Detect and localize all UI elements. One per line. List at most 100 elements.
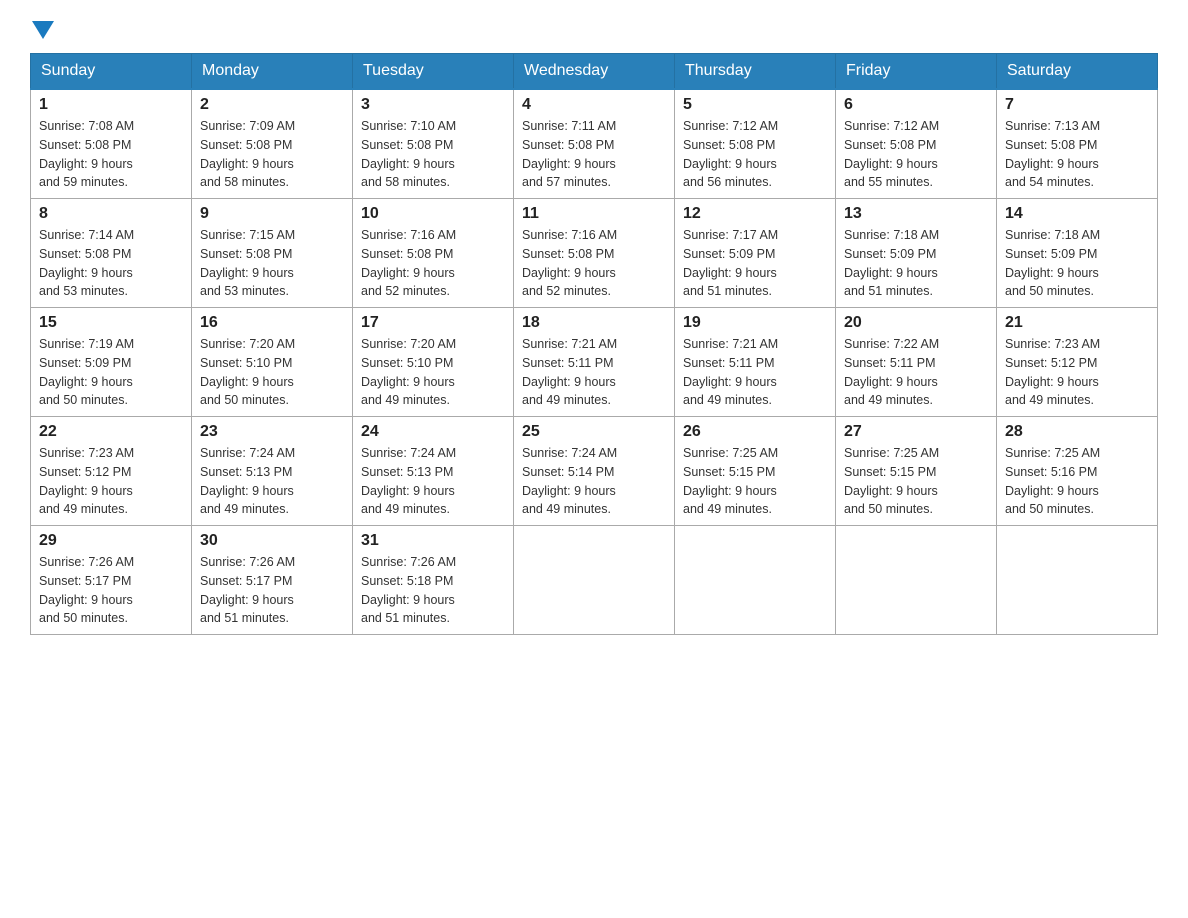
day-number: 28 xyxy=(1005,423,1149,441)
daylight-label: Daylight: 9 hours xyxy=(1005,375,1099,389)
logo xyxy=(30,20,54,43)
sunset-label: Sunset: 5:11 PM xyxy=(844,356,936,370)
sunset-label: Sunset: 5:09 PM xyxy=(1005,247,1097,261)
sunset-label: Sunset: 5:15 PM xyxy=(683,465,775,479)
day-number: 19 xyxy=(683,314,827,332)
day-number: 1 xyxy=(39,96,183,114)
sunrise-label: Sunrise: 7:26 AM xyxy=(361,555,456,569)
sunrise-label: Sunrise: 7:26 AM xyxy=(200,555,295,569)
day-info: Sunrise: 7:23 AM Sunset: 5:12 PM Dayligh… xyxy=(1005,335,1149,410)
day-number: 22 xyxy=(39,423,183,441)
day-number: 31 xyxy=(361,532,505,550)
sunrise-label: Sunrise: 7:12 AM xyxy=(683,119,778,133)
day-info: Sunrise: 7:18 AM Sunset: 5:09 PM Dayligh… xyxy=(844,226,988,301)
sunset-label: Sunset: 5:12 PM xyxy=(39,465,131,479)
daylight-label: Daylight: 9 hours xyxy=(1005,266,1099,280)
daylight-label: Daylight: 9 hours xyxy=(39,593,133,607)
sunset-label: Sunset: 5:08 PM xyxy=(361,138,453,152)
daylight-minutes: and 53 minutes. xyxy=(39,284,128,298)
sunset-label: Sunset: 5:08 PM xyxy=(1005,138,1097,152)
week-row-5: 29 Sunrise: 7:26 AM Sunset: 5:17 PM Dayl… xyxy=(31,526,1158,635)
daylight-minutes: and 49 minutes. xyxy=(522,393,611,407)
daylight-minutes: and 59 minutes. xyxy=(39,175,128,189)
day-number: 25 xyxy=(522,423,666,441)
calendar-cell: 31 Sunrise: 7:26 AM Sunset: 5:18 PM Dayl… xyxy=(353,526,514,635)
day-number: 23 xyxy=(200,423,344,441)
day-number: 9 xyxy=(200,205,344,223)
daylight-minutes: and 49 minutes. xyxy=(683,393,772,407)
daylight-minutes: and 58 minutes. xyxy=(361,175,450,189)
day-info: Sunrise: 7:26 AM Sunset: 5:18 PM Dayligh… xyxy=(361,553,505,628)
day-info: Sunrise: 7:23 AM Sunset: 5:12 PM Dayligh… xyxy=(39,444,183,519)
day-info: Sunrise: 7:25 AM Sunset: 5:15 PM Dayligh… xyxy=(844,444,988,519)
sunrise-label: Sunrise: 7:10 AM xyxy=(361,119,456,133)
sunrise-label: Sunrise: 7:18 AM xyxy=(1005,228,1100,242)
day-number: 6 xyxy=(844,96,988,114)
day-number: 5 xyxy=(683,96,827,114)
day-info: Sunrise: 7:24 AM Sunset: 5:14 PM Dayligh… xyxy=(522,444,666,519)
day-info: Sunrise: 7:22 AM Sunset: 5:11 PM Dayligh… xyxy=(844,335,988,410)
daylight-label: Daylight: 9 hours xyxy=(522,375,616,389)
calendar-cell xyxy=(514,526,675,635)
sunset-label: Sunset: 5:17 PM xyxy=(200,574,292,588)
day-number: 27 xyxy=(844,423,988,441)
header-cell-monday: Monday xyxy=(192,54,353,90)
sunrise-label: Sunrise: 7:08 AM xyxy=(39,119,134,133)
calendar-cell xyxy=(836,526,997,635)
sunrise-label: Sunrise: 7:16 AM xyxy=(522,228,617,242)
sunset-label: Sunset: 5:09 PM xyxy=(844,247,936,261)
sunrise-label: Sunrise: 7:11 AM xyxy=(522,119,616,133)
calendar-header: SundayMondayTuesdayWednesdayThursdayFrid… xyxy=(31,54,1158,90)
day-number: 13 xyxy=(844,205,988,223)
daylight-label: Daylight: 9 hours xyxy=(683,375,777,389)
sunset-label: Sunset: 5:08 PM xyxy=(361,247,453,261)
day-number: 2 xyxy=(200,96,344,114)
calendar-cell: 19 Sunrise: 7:21 AM Sunset: 5:11 PM Dayl… xyxy=(675,308,836,417)
calendar-cell: 3 Sunrise: 7:10 AM Sunset: 5:08 PM Dayli… xyxy=(353,89,514,199)
sunrise-label: Sunrise: 7:18 AM xyxy=(844,228,939,242)
sunset-label: Sunset: 5:11 PM xyxy=(522,356,614,370)
sunset-label: Sunset: 5:16 PM xyxy=(1005,465,1097,479)
day-info: Sunrise: 7:11 AM Sunset: 5:08 PM Dayligh… xyxy=(522,117,666,192)
day-number: 18 xyxy=(522,314,666,332)
calendar-cell: 21 Sunrise: 7:23 AM Sunset: 5:12 PM Dayl… xyxy=(997,308,1158,417)
sunset-label: Sunset: 5:09 PM xyxy=(39,356,131,370)
calendar-cell xyxy=(997,526,1158,635)
calendar-cell: 20 Sunrise: 7:22 AM Sunset: 5:11 PM Dayl… xyxy=(836,308,997,417)
sunset-label: Sunset: 5:08 PM xyxy=(683,138,775,152)
daylight-minutes: and 51 minutes. xyxy=(844,284,933,298)
day-number: 7 xyxy=(1005,96,1149,114)
sunrise-label: Sunrise: 7:20 AM xyxy=(200,337,295,351)
day-info: Sunrise: 7:13 AM Sunset: 5:08 PM Dayligh… xyxy=(1005,117,1149,192)
daylight-label: Daylight: 9 hours xyxy=(683,484,777,498)
day-info: Sunrise: 7:08 AM Sunset: 5:08 PM Dayligh… xyxy=(39,117,183,192)
sunrise-label: Sunrise: 7:21 AM xyxy=(683,337,778,351)
daylight-label: Daylight: 9 hours xyxy=(39,266,133,280)
sunset-label: Sunset: 5:13 PM xyxy=(200,465,292,479)
daylight-minutes: and 52 minutes. xyxy=(361,284,450,298)
daylight-minutes: and 51 minutes. xyxy=(200,611,289,625)
header-cell-friday: Friday xyxy=(836,54,997,90)
day-info: Sunrise: 7:26 AM Sunset: 5:17 PM Dayligh… xyxy=(39,553,183,628)
calendar-cell: 22 Sunrise: 7:23 AM Sunset: 5:12 PM Dayl… xyxy=(31,417,192,526)
daylight-minutes: and 49 minutes. xyxy=(1005,393,1094,407)
calendar-cell: 1 Sunrise: 7:08 AM Sunset: 5:08 PM Dayli… xyxy=(31,89,192,199)
sunrise-label: Sunrise: 7:24 AM xyxy=(361,446,456,460)
calendar-cell: 14 Sunrise: 7:18 AM Sunset: 5:09 PM Dayl… xyxy=(997,199,1158,308)
sunrise-label: Sunrise: 7:09 AM xyxy=(200,119,295,133)
calendar-cell: 9 Sunrise: 7:15 AM Sunset: 5:08 PM Dayli… xyxy=(192,199,353,308)
sunrise-label: Sunrise: 7:23 AM xyxy=(1005,337,1100,351)
sunrise-label: Sunrise: 7:24 AM xyxy=(522,446,617,460)
day-info: Sunrise: 7:21 AM Sunset: 5:11 PM Dayligh… xyxy=(522,335,666,410)
calendar-cell: 2 Sunrise: 7:09 AM Sunset: 5:08 PM Dayli… xyxy=(192,89,353,199)
calendar-table: SundayMondayTuesdayWednesdayThursdayFrid… xyxy=(30,53,1158,635)
daylight-minutes: and 49 minutes. xyxy=(522,502,611,516)
daylight-minutes: and 50 minutes. xyxy=(1005,284,1094,298)
day-info: Sunrise: 7:24 AM Sunset: 5:13 PM Dayligh… xyxy=(361,444,505,519)
daylight-label: Daylight: 9 hours xyxy=(200,375,294,389)
day-info: Sunrise: 7:20 AM Sunset: 5:10 PM Dayligh… xyxy=(200,335,344,410)
sunset-label: Sunset: 5:08 PM xyxy=(200,138,292,152)
daylight-label: Daylight: 9 hours xyxy=(39,375,133,389)
calendar-cell: 26 Sunrise: 7:25 AM Sunset: 5:15 PM Dayl… xyxy=(675,417,836,526)
daylight-minutes: and 49 minutes. xyxy=(683,502,772,516)
